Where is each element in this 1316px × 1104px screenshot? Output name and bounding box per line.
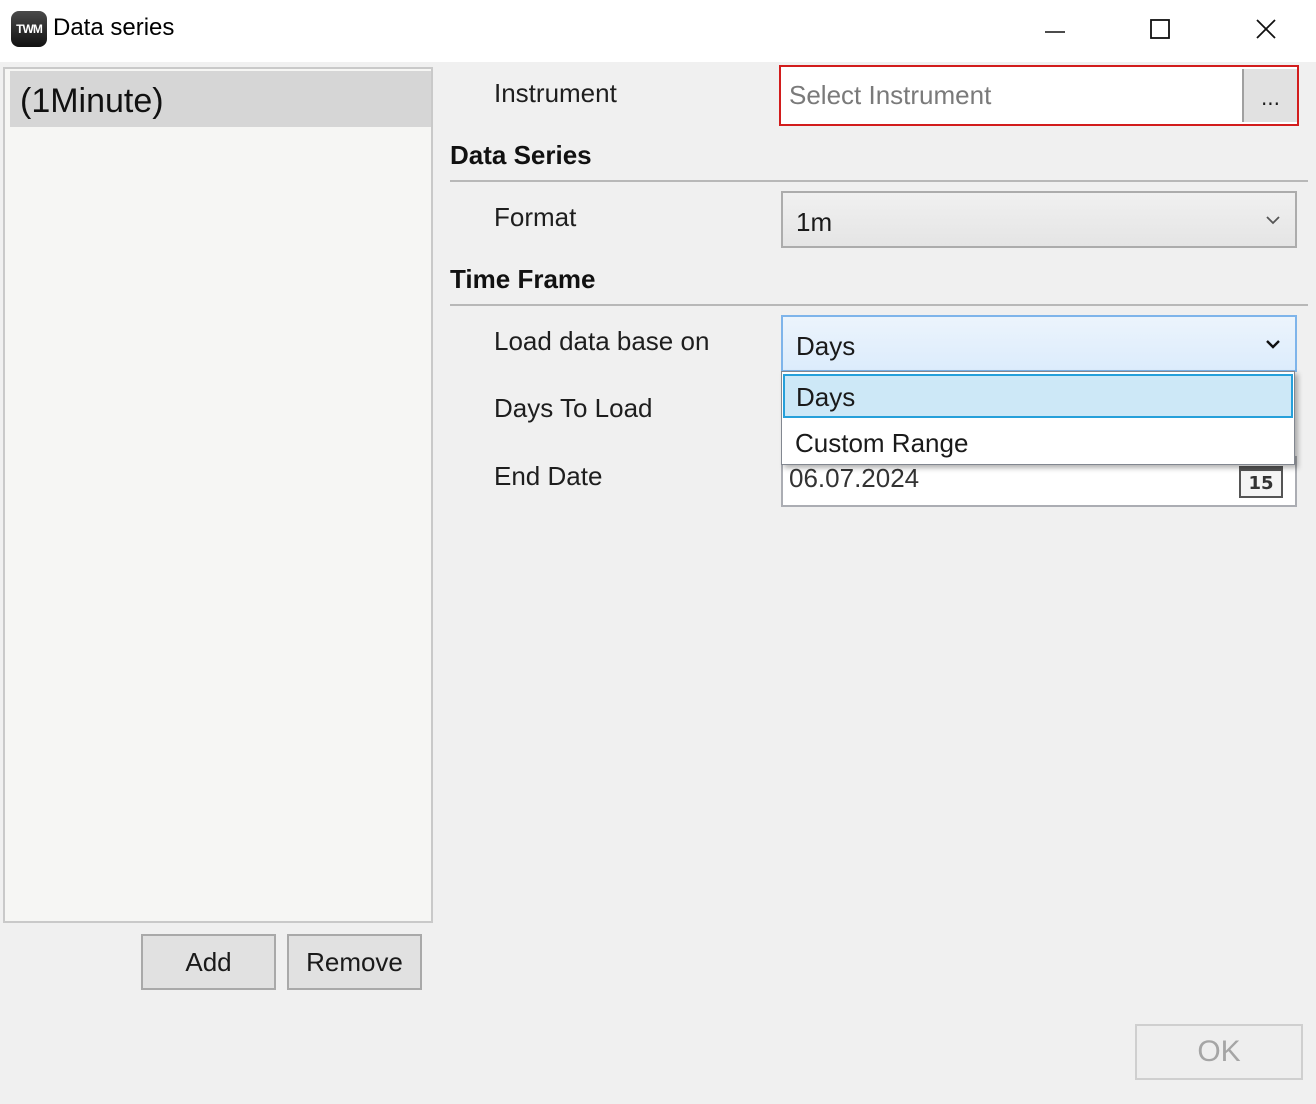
series-list-item[interactable]: (1Minute)	[10, 71, 431, 127]
instrument-label: Instrument	[494, 78, 617, 108]
series-list[interactable]: (1Minute)	[3, 67, 433, 923]
calendar-button[interactable]: 15	[1239, 466, 1283, 498]
chevron-down-icon	[1265, 193, 1281, 246]
close-button[interactable]	[1221, 0, 1311, 58]
format-dropdown[interactable]: 1m	[781, 191, 1297, 248]
remove-button[interactable]: Remove	[287, 934, 422, 990]
ok-button[interactable]: OK	[1135, 1024, 1303, 1080]
app-logo-icon: TWM	[11, 11, 47, 47]
load-data-value: Days	[796, 331, 856, 361]
time-frame-heading: Time Frame	[450, 264, 1308, 306]
dropdown-option-custom-range[interactable]: Custom Range	[783, 420, 1293, 464]
title-bar: TWM Data series	[0, 0, 1316, 62]
chevron-down-icon	[1265, 317, 1281, 370]
instrument-input[interactable]	[783, 69, 1241, 122]
add-button[interactable]: Add	[141, 934, 276, 990]
instrument-field: ...	[779, 65, 1299, 126]
calendar-icon: 15	[1248, 473, 1274, 494]
close-icon	[1256, 19, 1276, 39]
load-data-dropdown[interactable]: Days	[781, 315, 1297, 372]
days-to-load-label: Days To Load	[494, 393, 653, 423]
minimize-icon	[1045, 31, 1065, 33]
dropdown-option-days[interactable]: Days	[783, 374, 1293, 418]
end-date-label: End Date	[494, 461, 603, 491]
maximize-icon	[1150, 19, 1170, 39]
minimize-button[interactable]	[1010, 0, 1100, 58]
browse-instrument-button[interactable]: ...	[1242, 69, 1297, 122]
format-value: 1m	[796, 207, 833, 237]
maximize-button[interactable]	[1115, 0, 1205, 58]
load-data-label: Load data base on	[494, 326, 710, 356]
format-label: Format	[494, 202, 577, 232]
data-series-heading: Data Series	[450, 140, 1308, 182]
window-title: Data series	[53, 14, 175, 41]
load-data-options-popup: Days Custom Range	[781, 371, 1295, 465]
